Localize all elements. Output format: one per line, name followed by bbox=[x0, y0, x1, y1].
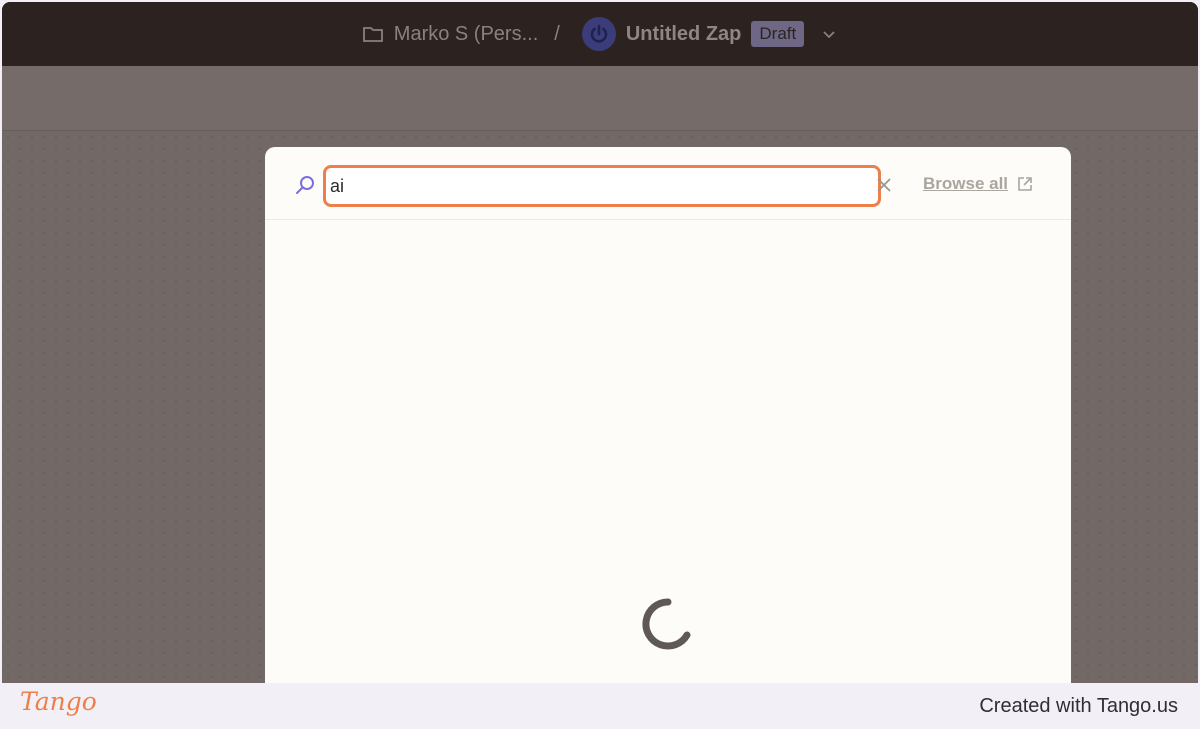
browse-all-link[interactable]: Browse all bbox=[923, 174, 1034, 194]
top-navigation-bar: Marko S (Pers... / Untitled Zap Draft bbox=[2, 2, 1198, 66]
status-badge: Draft bbox=[751, 21, 805, 47]
tango-logo: Tango bbox=[20, 687, 97, 716]
app-search-dialog: Browse all bbox=[265, 147, 1071, 707]
search-icon bbox=[295, 175, 315, 195]
spinner-icon bbox=[639, 595, 697, 653]
external-link-icon bbox=[1016, 175, 1034, 193]
breadcrumb-separator: / bbox=[554, 22, 560, 45]
browse-all-label: Browse all bbox=[923, 174, 1009, 193]
folder-icon[interactable] bbox=[362, 23, 384, 45]
editor-toolbar bbox=[2, 66, 1198, 131]
zap-title[interactable]: Untitled Zap bbox=[626, 23, 742, 46]
close-icon[interactable] bbox=[877, 178, 891, 192]
chevron-down-icon[interactable] bbox=[820, 25, 838, 43]
power-icon bbox=[581, 17, 616, 51]
search-row: Browse all bbox=[265, 147, 1071, 220]
breadcrumb: Marko S (Pers... / Untitled Zap Draft bbox=[362, 17, 838, 51]
footer-credit: Created with Tango.us bbox=[979, 695, 1178, 717]
footer-bar: Tango Created with Tango.us bbox=[0, 683, 1200, 729]
breadcrumb-folder-link[interactable]: Marko S (Pers... bbox=[394, 23, 538, 46]
search-input[interactable] bbox=[323, 165, 881, 207]
